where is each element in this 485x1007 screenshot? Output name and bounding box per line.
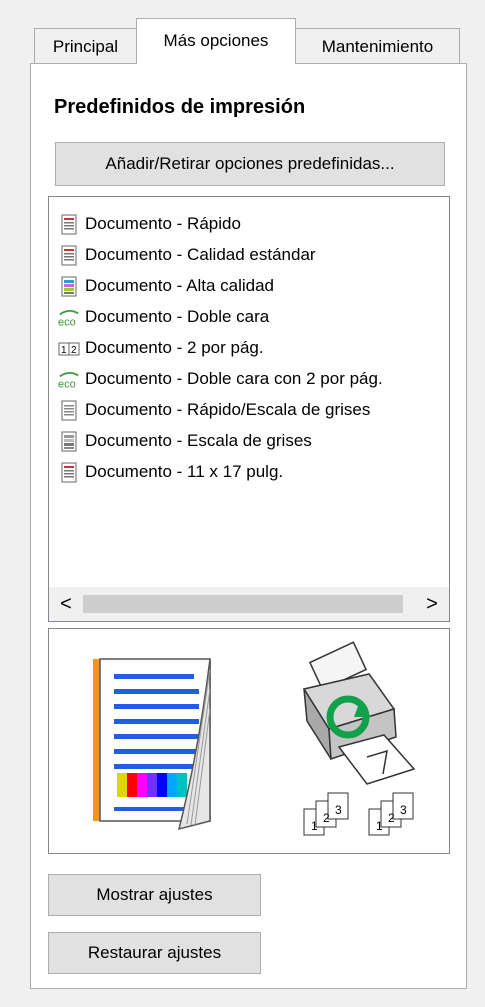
scroll-thumb[interactable] [83, 595, 403, 613]
section-title: Predefinidos de impresión [54, 96, 306, 118]
two-per-page-icon: 1 2 [58, 342, 80, 356]
tab-mas-opciones[interactable]: Más opciones [136, 18, 296, 64]
tab-principal[interactable]: Principal [34, 28, 137, 63]
grayscale-document-icon [61, 400, 77, 421]
grayscale-document-icon [61, 431, 77, 452]
show-settings-button[interactable]: Mostrar ajustes [48, 874, 261, 916]
document-high-quality-icon [61, 276, 77, 297]
preset-label: Documento - Escala de grises [85, 431, 312, 450]
svg-text:1: 1 [376, 819, 383, 833]
document-icon [61, 214, 77, 235]
eco-icon: eco [58, 309, 79, 328]
preset-label: Documento - Rápido/Escala de grises [85, 400, 371, 419]
svg-text:2: 2 [71, 345, 77, 356]
page-preview-icon [93, 658, 211, 831]
svg-text:3: 3 [400, 803, 407, 817]
scroll-left-arrow[interactable]: < [49, 587, 83, 621]
document-icon [61, 462, 77, 483]
tab-mantenimiento[interactable]: Mantenimiento [295, 28, 460, 63]
collate-icon: 1 2 3 [303, 792, 349, 836]
svg-text:2: 2 [323, 811, 330, 825]
preset-label: Documento - 2 por pág. [85, 338, 264, 357]
preset-label: Documento - Doble cara [85, 307, 270, 326]
preset-label: Documento - Rápido [85, 214, 241, 233]
collate-icon: 1 2 3 [368, 792, 414, 836]
restore-settings-button[interactable]: Restaurar ajustes [48, 932, 261, 974]
svg-text:1: 1 [61, 345, 67, 356]
preset-label: Documento - Calidad estándar [85, 245, 316, 264]
preset-label: Documento - Alta calidad [85, 276, 274, 295]
document-icon [61, 245, 77, 266]
tab-bar: Principal Más opciones Mantenimiento [30, 18, 460, 64]
scroll-right-arrow[interactable]: > [415, 587, 449, 621]
presets-list[interactable]: Documento - Rápido Documento - Calidad e… [48, 196, 450, 622]
svg-text:3: 3 [335, 803, 342, 817]
svg-text:2: 2 [388, 811, 395, 825]
eco-icon: eco [58, 371, 79, 390]
tab-panel: Predefinidos de impresión Añadir/Retirar… [30, 63, 467, 989]
svg-text:eco: eco [58, 316, 76, 328]
add-remove-presets-button[interactable]: Añadir/Retirar opciones predefinidas... [55, 142, 445, 186]
preview-area: 1 2 3 1 2 3 [48, 628, 450, 854]
preset-label: Documento - 11 x 17 pulg. [85, 462, 284, 481]
preview-illustration: 1 2 3 1 2 3 [93, 641, 416, 836]
horizontal-scrollbar[interactable]: < > [49, 587, 449, 621]
svg-text:1: 1 [311, 819, 318, 833]
preset-label: Documento - Doble cara con 2 por pág. [85, 369, 383, 388]
svg-text:eco: eco [58, 378, 76, 390]
printer-icon [302, 641, 416, 785]
